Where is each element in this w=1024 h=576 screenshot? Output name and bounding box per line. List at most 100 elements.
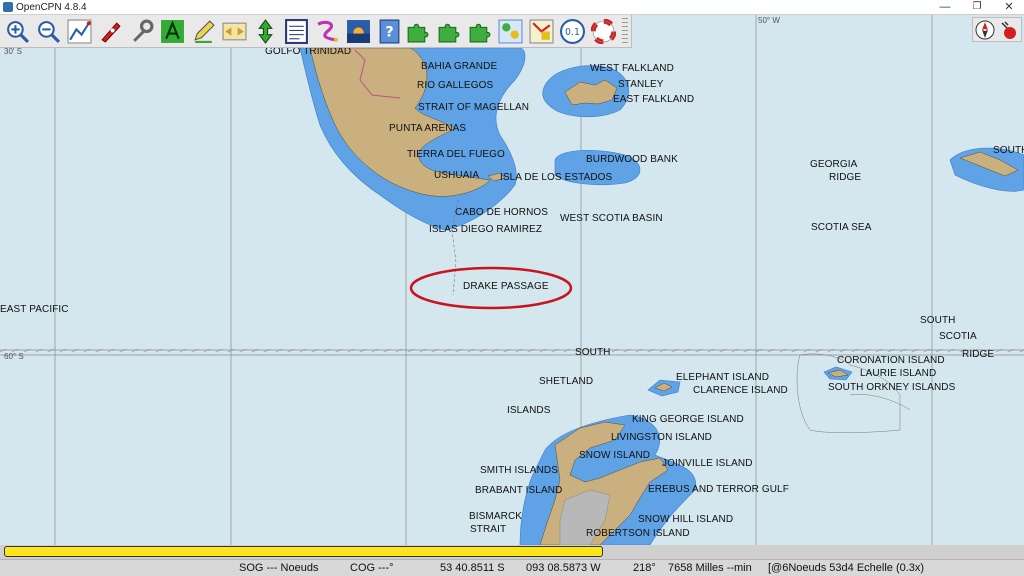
place-south-orkney: SOUTH ORKNEY ISLANDS [828, 382, 956, 393]
compass-icon [975, 20, 995, 39]
tools-button[interactable] [128, 18, 155, 45]
plugin-1-button[interactable] [404, 18, 431, 45]
zoom-in-button[interactable] [4, 18, 31, 45]
place-snow-hill: SNOW HILL ISLAND [638, 514, 734, 525]
zoom-in-icon [7, 21, 30, 44]
text-button[interactable] [159, 18, 186, 45]
text-a-icon [161, 20, 184, 43]
north-up-button[interactable] [252, 18, 279, 45]
lifebuoy-icon [591, 19, 616, 44]
place-south-shetland-1: SOUTH [575, 347, 611, 358]
place-georgia: GEORGIA [810, 159, 858, 170]
tides-button[interactable] [345, 18, 372, 45]
place-punta-arenas: PUNTA ARENAS [389, 123, 467, 134]
chart-quilt-button[interactable] [221, 18, 248, 45]
chart-icon [222, 22, 247, 41]
plugin-3-button[interactable] [466, 18, 493, 45]
radar-button[interactable] [528, 18, 555, 45]
radar-icon [529, 19, 554, 44]
status-scale: [@6Noeuds 53d4 Echelle (0.3x) [768, 562, 925, 574]
place-elephant: ELEPHANT ISLAND [676, 372, 770, 383]
wrench-icon [133, 19, 154, 42]
place-west-falkland: WEST FALKLAND [590, 63, 674, 74]
measure-button[interactable] [190, 18, 217, 45]
plugin-2-button[interactable] [435, 18, 462, 45]
ship-button[interactable] [97, 18, 124, 45]
tracks-button[interactable] [314, 18, 341, 45]
place-south-scotia-1: SOUTH [920, 315, 956, 326]
route-manager-button[interactable] [283, 18, 310, 45]
grib-label: 0.1 [565, 27, 580, 38]
place-south-shetland-2: SHETLAND [539, 376, 594, 387]
place-south-georgia: SOUTH [993, 145, 1024, 156]
svg-text:?: ? [385, 24, 393, 41]
place-smith: SMITH ISLANDS [480, 465, 558, 476]
place-erebus: EREBUS AND TERROR GULF [648, 484, 789, 495]
place-brabant: BRABANT ISLAND [475, 485, 563, 496]
lat-label-top: 30' S [4, 47, 22, 56]
grib-icon: 0.1 [560, 19, 585, 44]
track-icon [317, 20, 338, 42]
place-laurie: LAURIE ISLAND [860, 368, 937, 379]
list-icon [285, 19, 308, 44]
north-arrow-icon [258, 19, 273, 44]
progress-fill [4, 546, 603, 557]
place-bismarck-2: STRAIT [470, 524, 507, 535]
place-cabo-hornos: CABO DE HORNOS [455, 207, 549, 218]
place-south-scotia-2: SCOTIA [939, 331, 977, 342]
place-robertson: ROBERTSON ISLAND [586, 528, 690, 539]
status-bar: SOG --- Noeuds COG ---° 53 40.8511 S 093… [0, 559, 1024, 576]
puzzle-icon [469, 23, 491, 43]
place-scotia-sea: SCOTIA SEA [811, 222, 872, 233]
maximize-button[interactable]: ❐ [962, 0, 992, 15]
zoom-out-icon [38, 21, 61, 44]
settings-icon [498, 19, 523, 44]
place-west-scotia-basin: WEST SCOTIA BASIN [560, 213, 663, 224]
main-toolbar: ? 0.1 [0, 15, 632, 48]
lat-label-mid: 60° S [4, 352, 24, 361]
status-sog: SOG --- Noeuds [239, 562, 319, 574]
place-clarence: CLARENCE ISLAND [693, 385, 788, 396]
close-button[interactable]: ✕ [994, 0, 1024, 15]
chart-canvas[interactable]: 30' S 50° W 60° S GOLFO TRINIDAD BAHIA G… [0, 15, 1024, 545]
status-longitude: 093 08.5873 W [526, 562, 601, 574]
place-ridge: RIDGE [829, 172, 862, 183]
toolbar-grip[interactable] [622, 18, 628, 45]
status-bearing: 218° [633, 562, 656, 574]
puzzle-icon [438, 23, 460, 43]
place-snow: SNOW ISLAND [579, 450, 651, 461]
pencil-icon [194, 20, 215, 43]
settings-button[interactable] [497, 18, 524, 45]
help-button[interactable]: ? [376, 18, 403, 45]
graticule-ticks [0, 348, 1024, 353]
minimize-button[interactable]: — [930, 0, 960, 15]
place-south-shetland-3: ISLANDS [507, 405, 551, 416]
ship-icon [101, 22, 121, 43]
progress-bar [0, 545, 1024, 559]
sos-button[interactable] [590, 18, 617, 45]
gps-status-icon [1001, 20, 1016, 39]
grib-button[interactable]: 0.1 [559, 18, 586, 45]
lon-label-top: 50° W [758, 16, 780, 25]
place-east-pacific: EAST PACIFIC [0, 304, 69, 315]
opencpn-window: OpenCPN 4.8.4 — ❐ ✕ 30' S 50° W 60° S GO… [0, 0, 1024, 576]
place-stanley: STANLEY [618, 79, 664, 90]
zoom-out-button[interactable] [35, 18, 62, 45]
place-rio-gallegos: RIO GALLEGOS [417, 80, 494, 91]
status-latitude: 53 40.8511 S [440, 562, 505, 574]
place-coronation: CORONATION ISLAND [837, 355, 945, 366]
title-bar: OpenCPN 4.8.4 — ❐ ✕ [0, 0, 1024, 15]
place-strait-magellan: STRAIT OF MAGELLAN [418, 102, 530, 113]
place-bismarck-1: BISMARCK [469, 511, 523, 522]
place-isla-estados: ISLA DE LOS ESTADOS [500, 172, 613, 183]
compass-widget[interactable] [972, 17, 1022, 42]
help-icon: ? [379, 19, 400, 44]
place-bahia-grande: BAHIA GRANDE [421, 61, 498, 72]
place-burdwood-bank: BURDWOOD BANK [586, 154, 678, 165]
place-south-scotia-3: RIDGE [962, 349, 995, 360]
depth-contour [849, 394, 911, 411]
route-button[interactable] [66, 18, 93, 45]
place-islas-diego: ISLAS DIEGO RAMIREZ [429, 224, 543, 235]
place-livingston: LIVINGSTON ISLAND [611, 432, 712, 443]
status-distance: 7658 Milles --min [668, 562, 752, 574]
